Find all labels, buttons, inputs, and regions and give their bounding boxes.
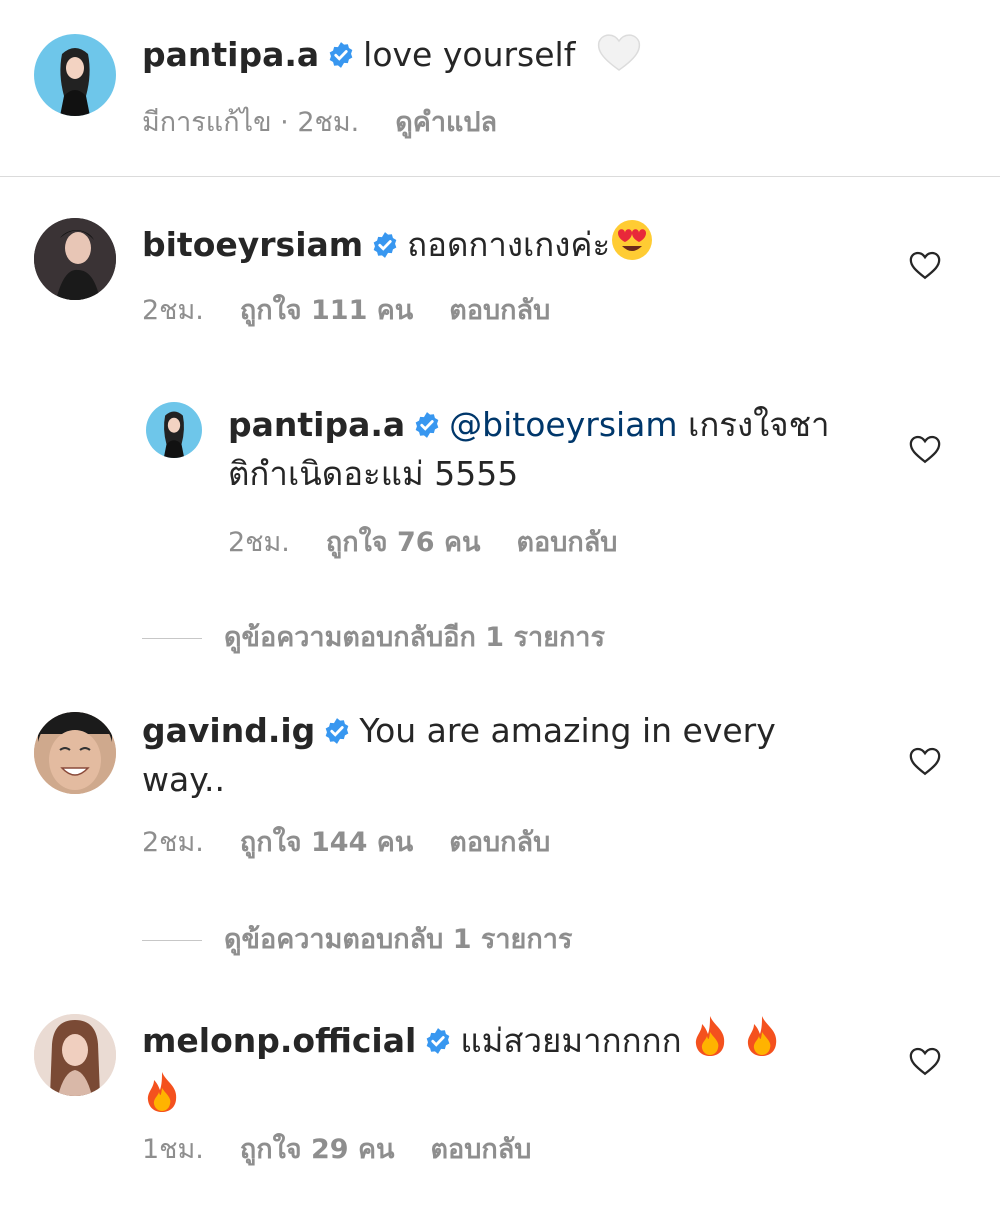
comment-text-2: way..: [142, 760, 226, 799]
comment-text-block: gavind.ig You are amazing in every way..: [142, 708, 842, 803]
view-replies-line: [142, 638, 202, 639]
fire-emoji: [142, 1070, 182, 1126]
reply-text-2: ติกำเนิดอะแม่ 5555: [228, 454, 519, 493]
reply-likes[interactable]: ถูกใจ 76 คน: [326, 520, 481, 563]
heart-outline-icon[interactable]: [908, 1044, 942, 1078]
comment-username[interactable]: gavind.ig: [142, 711, 315, 750]
comment-avatar-melonp[interactable]: [34, 1014, 116, 1096]
comment-meta: 2ชม. ถูกใจ 111 คน ตอบกลับ: [142, 288, 586, 331]
caption-edited: มีการแก้ไข · 2ชม.: [142, 107, 360, 138]
reply-button[interactable]: ตอบกลับ: [449, 288, 550, 331]
comment-username[interactable]: bitoeyrsiam: [142, 225, 363, 264]
caption-divider: [0, 176, 1000, 177]
comment-likes[interactable]: ถูกใจ 144 คน: [240, 820, 413, 863]
view-replies-link[interactable]: ดูข้อความตอบกลับ 1 รายการ: [142, 917, 572, 960]
verified-badge-icon: [424, 1021, 452, 1067]
heart-eyes-emoji: [610, 218, 654, 274]
verified-badge-icon: [323, 711, 351, 757]
caption-text: love yourself: [363, 35, 576, 74]
view-replies-text: ดูข้อความตอบกลับอีก 1 รายการ: [224, 622, 605, 653]
reply-button[interactable]: ตอบกลับ: [430, 1127, 531, 1170]
view-replies-text: ดูข้อความตอบกลับ 1 รายการ: [224, 924, 573, 955]
white-heart-emoji: [596, 32, 642, 84]
comment-text-1: You are amazing in every: [359, 711, 776, 750]
comment-time: 2ชม.: [142, 295, 204, 326]
comment-text: แม่สวยมากกกก: [460, 1021, 682, 1060]
comment-time: 2ชม.: [142, 827, 204, 858]
comment-text: ถอดกางเกงค่ะ: [407, 225, 611, 264]
reply-avatar-pantipa[interactable]: [146, 402, 202, 458]
reply-time: 2ชม.: [228, 527, 290, 558]
reply-line-1: pantipa.a @bitoeyrsiam เกรงใจชา: [228, 402, 888, 451]
verified-badge-icon: [371, 225, 399, 271]
comment-line-1: gavind.ig You are amazing in every: [142, 708, 842, 757]
comment-likes[interactable]: ถูกใจ 29 คน: [240, 1127, 395, 1170]
view-replies-link[interactable]: ดูข้อความตอบกลับอีก 1 รายการ: [142, 615, 605, 658]
caption-meta: มีการแก้ไข · 2ชม. ดูคำแปล: [142, 100, 533, 143]
comment-line-2: [142, 1070, 842, 1126]
comment-text-block: melonp.official แม่สวยมากกกก: [142, 1014, 842, 1126]
fire-emoji: [690, 1014, 730, 1070]
comment-time: 1ชม.: [142, 1134, 204, 1165]
caption-avatar[interactable]: [34, 34, 116, 116]
comment-username[interactable]: melonp.official: [142, 1021, 416, 1060]
reply-mention[interactable]: @bitoeyrsiam: [449, 405, 677, 444]
verified-badge-icon: [413, 405, 441, 451]
comment-avatar-bitoeyrsiam[interactable]: [34, 218, 116, 300]
comment-meta: 1ชม. ถูกใจ 29 คน ตอบกลับ: [142, 1127, 567, 1170]
comment-line-1: melonp.official แม่สวยมากกกก: [142, 1014, 842, 1070]
reply-meta: 2ชม. ถูกใจ 76 คน ตอบกลับ: [228, 520, 653, 563]
fire-emoji: [742, 1014, 782, 1070]
heart-outline-icon[interactable]: [908, 248, 942, 282]
reply-text-block: pantipa.a @bitoeyrsiam เกรงใจชา ติกำเนิดอ…: [228, 402, 888, 497]
translate-link[interactable]: ดูคำแปล: [395, 100, 497, 143]
reply-button[interactable]: ตอบกลับ: [516, 520, 617, 563]
caption-line: pantipa.a love yourself: [142, 32, 642, 84]
reply-username[interactable]: pantipa.a: [228, 405, 405, 444]
caption-username[interactable]: pantipa.a: [142, 35, 319, 74]
comment-text-line: bitoeyrsiam ถอดกางเกงค่ะ: [142, 218, 654, 274]
reply-text-1: เกรงใจชา: [688, 405, 830, 444]
comment-avatar-gavind[interactable]: [34, 712, 116, 794]
comment-meta: 2ชม. ถูกใจ 144 คน ตอบกลับ: [142, 820, 586, 863]
reply-button[interactable]: ตอบกลับ: [449, 820, 550, 863]
view-replies-line: [142, 940, 202, 941]
heart-outline-icon[interactable]: [908, 432, 942, 466]
heart-outline-icon[interactable]: [908, 744, 942, 778]
comment-likes[interactable]: ถูกใจ 111 คน: [240, 288, 413, 331]
verified-badge-icon: [327, 35, 355, 81]
